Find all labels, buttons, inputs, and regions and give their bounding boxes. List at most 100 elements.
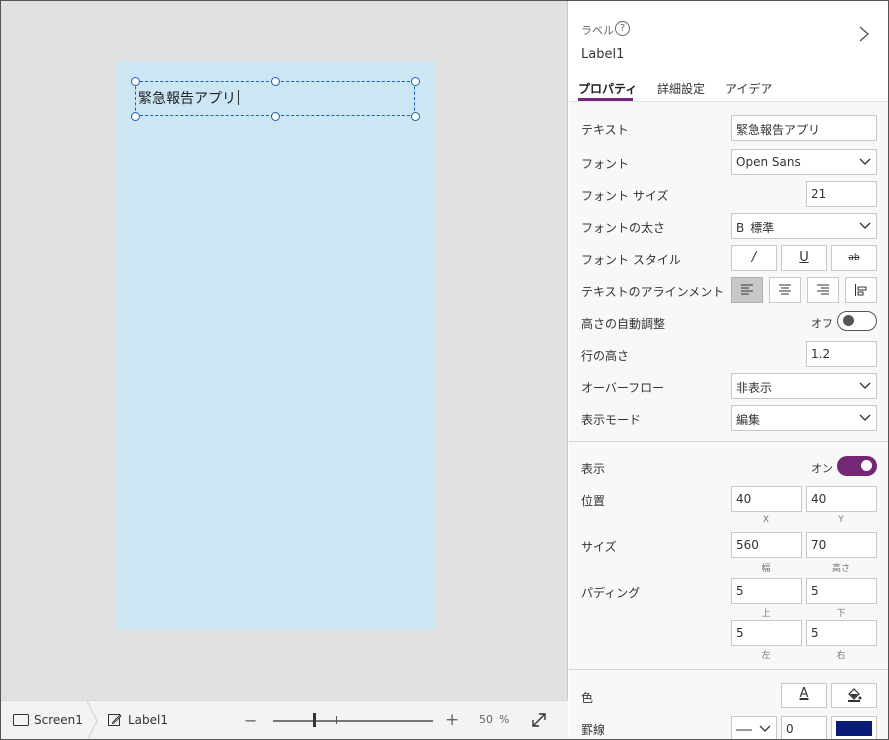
border-color-swatch [836,721,872,736]
overflow-label: オーバーフロー [581,381,665,395]
line-height-label: 行の高さ [581,349,630,363]
font-weight-dropdown[interactable]: B 標準 [731,213,877,239]
text-align-label: テキストのアラインメント [581,285,725,299]
control-type: ラベル [581,24,614,37]
italic-button[interactable]: / [731,245,777,271]
help-icon[interactable]: ? [615,21,630,36]
align-center-button[interactable] [769,277,801,303]
strikethrough-button[interactable]: ab [831,245,877,271]
tab-ideas[interactable]: アイデア [725,80,772,97]
screen1-canvas[interactable]: 緊急報告アプリ [115,61,435,629]
fit-to-window-icon[interactable] [530,711,548,729]
size-height-input[interactable]: 70 [806,532,877,558]
color-label: 色 [581,691,594,705]
zoom-slider-tick [336,716,337,724]
padding-bottom-input[interactable]: 5 [806,578,877,604]
text-input[interactable]: 緊急報告アプリ [731,115,877,141]
section-divider [569,669,888,670]
zoom-value[interactable]: 50 [479,713,493,726]
font-weight-label: フォントの太さ [581,221,666,235]
label1-text[interactable]: 緊急報告アプリ [138,88,239,108]
font-dropdown-value: Open Sans [736,155,801,169]
border-thickness-input[interactable]: 0 [781,716,827,739]
padding-top-input[interactable]: 5 [731,578,802,604]
font-size-input[interactable]: 21 [806,181,877,207]
resize-handle-bottom-left[interactable] [131,112,140,121]
zoom-out-button[interactable]: − [244,711,257,730]
position-y-caption: Y [838,515,844,525]
size-width-input[interactable]: 560 [731,532,802,558]
zoom-slider-thumb[interactable] [313,713,316,727]
toggle-knob [843,315,854,326]
panel-header: ラベル ? Label1 プロパティ 詳細設定 アイデア [569,1,888,102]
breadcrumb-label1[interactable]: Label1 [108,713,168,727]
display-mode-value: 編集 [736,413,761,427]
breadcrumb-screen1[interactable]: Screen1 [13,713,83,727]
underline-button[interactable]: U [781,245,827,271]
label1-control[interactable]: 緊急報告アプリ [131,77,420,121]
properties-panel: ラベル ? Label1 プロパティ 詳細設定 アイデア テキスト 緊急報告アプ… [569,1,888,739]
position-label: 位置 [581,494,606,508]
position-y-input[interactable]: 40 [806,486,877,512]
resize-handle-bottom-right[interactable] [411,112,420,121]
chevron-down-icon [859,382,871,389]
position-x-caption: X [762,515,770,525]
font-style-label: フォント スタイル [581,253,681,267]
size-height-caption: 高さ [831,564,850,574]
resize-handle-top-right[interactable] [411,77,420,86]
align-left-button[interactable] [731,277,763,303]
design-canvas[interactable]: 緊急報告アプリ [1,1,568,700]
visible-state: オン [811,462,833,475]
display-mode-label: 表示モード [581,413,642,427]
text-caret [238,90,239,105]
overflow-dropdown[interactable]: 非表示 [731,373,877,399]
zoom-slider-track[interactable] [273,720,433,722]
auto-height-toggle[interactable] [837,311,877,331]
overflow-value: 非表示 [736,381,773,395]
chevron-down-icon [759,725,771,732]
auto-height-label: 高さの自動調整 [581,317,666,331]
control-name[interactable]: Label1 [581,47,624,62]
resize-handle-top-center[interactable] [271,77,280,86]
padding-right-input[interactable]: 5 [806,620,877,646]
border-color-button[interactable] [831,716,877,739]
text-label: テキスト [581,123,629,137]
line-height-input[interactable]: 1.2 [806,341,877,367]
fill-color-button[interactable] [831,683,877,708]
chevron-down-icon [859,158,871,165]
padding-top-caption: 上 [761,609,771,619]
screen-icon [13,714,29,726]
strikethrough-glyph: ab [848,253,860,263]
size-label: サイズ [581,540,617,554]
line-style-icon [736,729,752,730]
tab-properties[interactable]: プロパティ [578,80,637,97]
zoom-in-button[interactable]: + [445,710,459,730]
bold-icon: B [736,221,745,235]
align-right-button[interactable] [807,277,839,303]
visible-toggle[interactable] [837,456,877,476]
font-dropdown[interactable]: Open Sans [731,149,877,175]
font-color-button[interactable]: A [781,683,827,708]
display-mode-dropdown[interactable]: 編集 [731,405,877,431]
underline-glyph: U [799,250,809,265]
font-color-icon: A [799,686,809,701]
align-justify-button[interactable] [845,277,877,303]
align-justify-icon [855,284,867,296]
collapse-panel-chevron-icon[interactable] [857,25,871,43]
breadcrumb-screen1-label: Screen1 [34,713,83,727]
padding-label: パディング [581,586,641,600]
border-style-dropdown[interactable] [731,716,777,739]
resize-handle-bottom-center[interactable] [271,112,280,121]
chevron-down-icon [859,222,871,229]
position-x-input[interactable]: 40 [731,486,802,512]
padding-right-caption: 右 [836,651,846,661]
padding-left-input[interactable]: 5 [731,620,802,646]
active-tab-indicator [578,98,633,101]
padding-bottom-caption: 下 [836,609,846,619]
zoom-unit: % [499,713,510,726]
font-label: フォント [581,157,630,171]
resize-handle-top-left[interactable] [131,77,140,86]
auto-height-state: オフ [811,317,833,330]
tab-advanced[interactable]: 詳細設定 [657,80,705,97]
app-window: 緊急報告アプリ Screen1 Label1 − + 50 % ラベル ? La… [0,0,889,740]
